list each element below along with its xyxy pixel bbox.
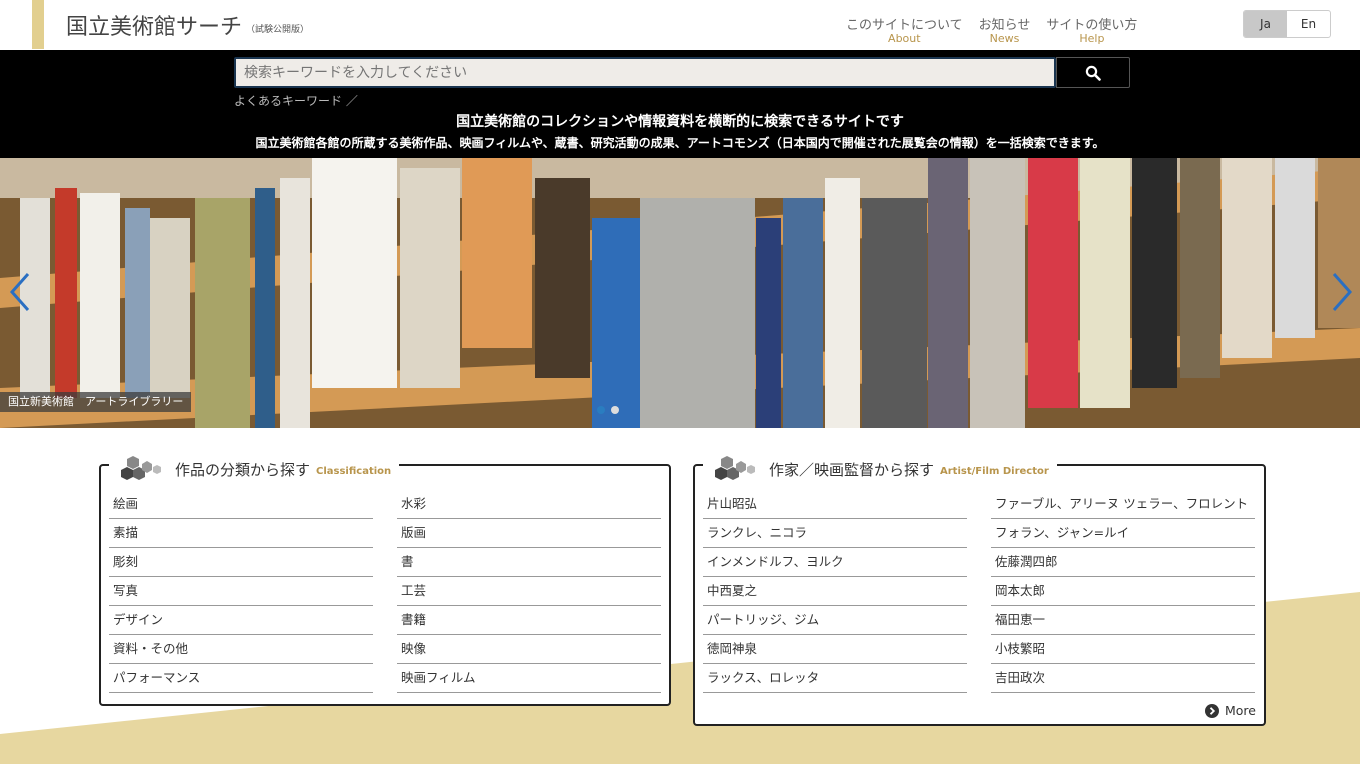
search-button[interactable] [1056,57,1130,88]
artist-link[interactable]: インメンドルフ、ヨルク [703,548,967,577]
artist-link[interactable]: ランクレ、ニコラ [703,519,967,548]
classification-col-2: 水彩 版画 書 工芸 書籍 映像 映画フィルム [397,490,661,693]
classification-panel: 作品の分類から探す Classification 絵画 素描 彫刻 写真 デザイ… [99,452,671,706]
nav-news[interactable]: お知らせ News [979,14,1031,45]
slider-dot-1[interactable] [597,406,605,414]
chevron-circle-right-icon [1205,703,1219,718]
artists-panel: 作家／映画監督から探す Artist/Film Director 片山昭弘 ラン… [693,452,1266,726]
artist-link[interactable]: 福田恵一 [991,606,1255,635]
artists-title-en: Artist/Film Director [940,466,1049,477]
artist-link[interactable]: 片山昭弘 [703,490,967,519]
nav-help-label-en: Help [1079,32,1105,45]
slider-dots [597,406,619,414]
site-tagline: 国立美術館のコレクションや情報資料を横断的に検索できるサイトです [456,114,904,130]
site-title: 国立美術館サーチ [66,15,243,40]
chevron-right-icon [1332,273,1353,311]
classification-link[interactable]: パフォーマンス [109,664,373,693]
search-icon [1085,65,1101,81]
hero-image [0,158,1360,428]
classification-link[interactable]: 写真 [109,577,373,606]
classification-link[interactable]: 書 [397,548,661,577]
hero-slider: 国立新美術館 アートライブラリー [0,158,1360,428]
nav-news-label: お知らせ [978,18,1031,33]
classification-link[interactable]: 工芸 [397,577,661,606]
site-header: 国立美術館サーチ （試験公開版） このサイトについて About お知らせ New… [0,0,1360,50]
artist-link[interactable]: 中西夏之 [703,577,967,606]
site-subtitle: （試験公開版） [246,25,310,35]
hexagon-cluster-icon [121,456,161,480]
artists-col-2: ファーブル、アリーヌ ツェラー、フロレント フォラン、ジャン=ルイ 佐藤潤四郎 … [991,490,1255,693]
classification-link[interactable]: 版画 [397,519,661,548]
classification-link[interactable]: 絵画 [109,490,373,519]
artist-link[interactable]: フォラン、ジャン=ルイ [991,519,1255,548]
artist-link[interactable]: 徳岡神泉 [703,635,967,664]
artist-link[interactable]: ファーブル、アリーヌ ツェラー、フロレント [991,490,1255,519]
search-input[interactable] [234,57,1056,88]
classification-col-1: 絵画 素描 彫刻 写真 デザイン 資料・その他 パフォーマンス [109,490,373,693]
classification-link[interactable]: 映像 [397,635,661,664]
slider-prev-button[interactable] [6,270,36,314]
popular-keywords-label: よくあるキーワード ／ [234,94,358,108]
chevron-left-icon [9,273,30,311]
nav-help-label: サイトの使い方 [1046,18,1138,33]
artist-link[interactable]: パートリッジ、ジム [703,606,967,635]
lang-ja-button[interactable]: Ja [1244,11,1287,37]
nav-about-label: このサイトについて [846,18,963,33]
global-nav: このサイトについて About お知らせ News サイトの使い方 Help [846,14,1137,45]
classification-link[interactable]: 彫刻 [109,548,373,577]
classification-link[interactable]: 映画フィルム [397,664,661,693]
classification-title-en: Classification [316,466,392,477]
artist-link[interactable]: 吉田政次 [991,664,1255,693]
classification-link[interactable]: 水彩 [397,490,661,519]
slider-dot-2[interactable] [611,406,619,414]
slider-next-button[interactable] [1326,270,1356,314]
artist-link[interactable]: 佐藤潤四郎 [991,548,1255,577]
more-label: More [1225,703,1256,718]
hero-caption: 国立新美術館 アートライブラリー [0,392,192,412]
nav-about[interactable]: このサイトについて About [846,14,963,45]
artists-header: 作家／映画監督から探す Artist/Film Director [703,452,1057,480]
artists-title: 作家／映画監督から探す [769,461,935,479]
classification-link[interactable]: デザイン [109,606,373,635]
header-accent-bar [32,0,44,49]
artist-link[interactable]: 小枝繁昭 [991,635,1255,664]
language-switcher: Ja En [1243,10,1331,38]
search-band: よくあるキーワード ／ 国立美術館のコレクションや情報資料を横断的に検索できるサ… [0,50,1360,158]
lang-en-button[interactable]: En [1287,11,1330,37]
classification-link[interactable]: 書籍 [397,606,661,635]
artists-col-1: 片山昭弘 ランクレ、ニコラ インメンドルフ、ヨルク 中西夏之 パートリッジ、ジム… [703,490,967,693]
classification-link[interactable]: 素描 [109,519,373,548]
nav-help[interactable]: サイトの使い方 Help [1046,14,1137,45]
classification-link[interactable]: 資料・その他 [109,635,373,664]
more-artists-link[interactable]: More [1205,703,1256,718]
site-logo[interactable]: 国立美術館サーチ （試験公開版） [66,9,309,41]
artist-link[interactable]: 岡本太郎 [991,577,1255,606]
classification-header: 作品の分類から探す Classification [109,452,400,480]
browse-section: 作品の分類から探す Classification 絵画 素描 彫刻 写真 デザイ… [0,428,1360,764]
nav-about-label-en: About [888,32,921,45]
nav-news-label-en: News [989,32,1020,45]
hexagon-cluster-icon [715,456,755,480]
site-description: 国立美術館各館の所蔵する美術作品、映画フィルムや、蔵書、研究活動の成果、アートコ… [255,136,1105,150]
classification-title: 作品の分類から探す [175,461,311,479]
artist-link[interactable]: ラックス、ロレッタ [703,664,967,693]
